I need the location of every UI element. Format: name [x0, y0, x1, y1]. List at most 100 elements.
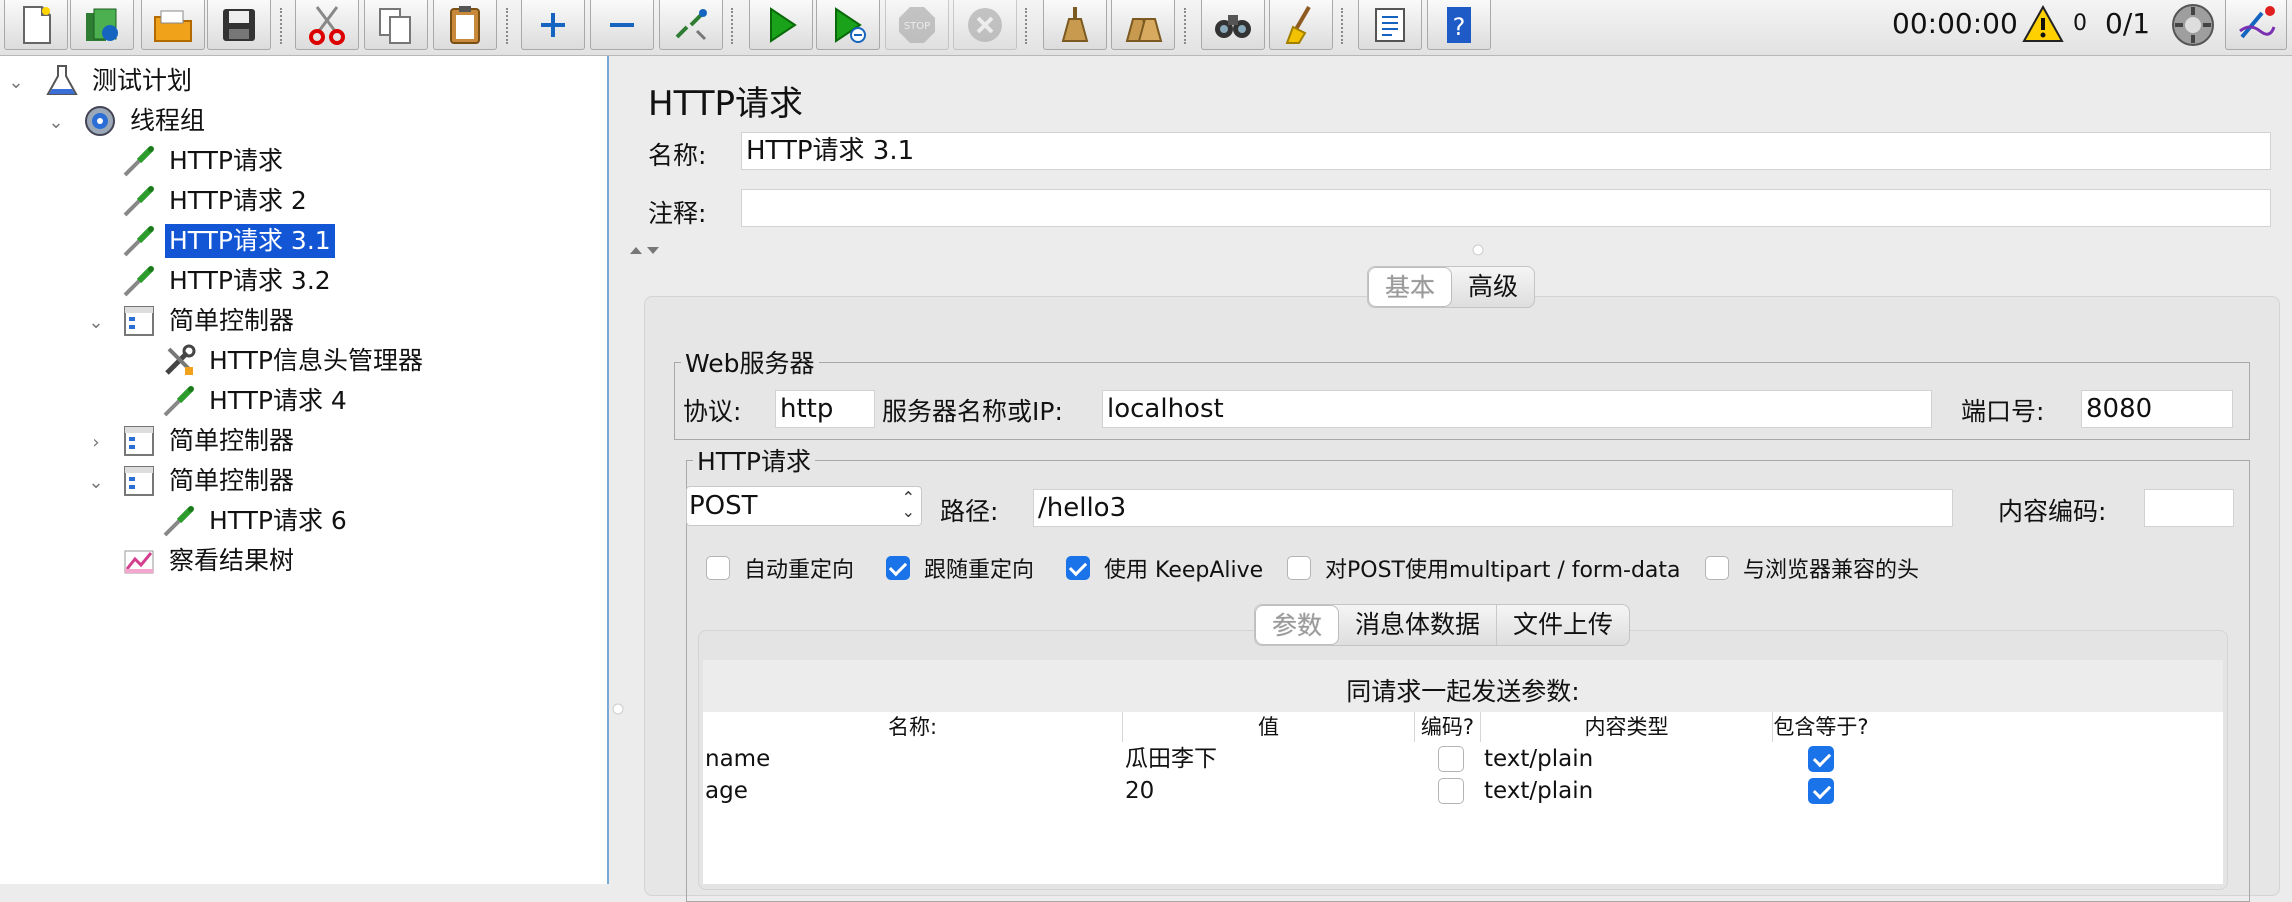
expand-arrow-icon[interactable]: › — [86, 432, 106, 453]
tab-body-data[interactable]: 消息体数据 — [1339, 605, 1496, 645]
param-content-type[interactable]: text/plain — [1484, 776, 1593, 806]
param-name[interactable]: name — [705, 744, 770, 774]
tree-node-results-tree[interactable]: 察看结果树 — [121, 542, 298, 580]
reset-search-icon — [1285, 5, 1311, 44]
expand-all-button[interactable] — [521, 0, 585, 50]
templates-button[interactable] — [70, 0, 134, 50]
param-value[interactable]: 20 — [1125, 776, 1154, 806]
clear-all-button[interactable] — [1111, 0, 1175, 50]
split-divider[interactable] — [628, 244, 2278, 256]
port-field[interactable]: 8080 — [2081, 390, 2233, 428]
tree-node-simple-controller[interactable]: 简单控制器 — [121, 302, 298, 340]
method-select[interactable]: POST ⌃ ⌄ — [686, 486, 922, 526]
select-arrows-icon: ⌃ ⌄ — [901, 488, 915, 521]
param-value[interactable]: 瓜田李下 — [1125, 744, 1217, 774]
cut-button[interactable] — [295, 0, 359, 50]
collapse-arrow-icon[interactable]: ⌄ — [86, 472, 106, 493]
tab-basic[interactable]: 基本 — [1368, 267, 1453, 307]
tree-node-simple-controller-3[interactable]: 简单控制器 — [121, 462, 298, 500]
tree-node-http-request-4[interactable]: HTTP请求 4 — [161, 382, 351, 420]
checkbox-box — [1066, 556, 1090, 580]
copy-button[interactable] — [364, 0, 428, 50]
clear-button[interactable] — [1043, 0, 1107, 50]
log-viewer-button[interactable] — [2225, 0, 2287, 50]
help-button[interactable]: ? — [1427, 0, 1491, 50]
test-plan-tree[interactable]: ⌄ 测试计划 ⌄ 线程组 HTTP请求 HTTP请求 2 HTTP请求 3.1 … — [0, 56, 609, 884]
tree-node-test-plan[interactable]: 测试计划 — [44, 62, 196, 100]
search-button[interactable] — [1201, 0, 1265, 50]
warning-icon — [2022, 5, 2064, 42]
tab-file-upload[interactable]: 文件上传 — [1496, 605, 1629, 645]
remote-status-icon — [2172, 4, 2214, 46]
tree-node-http-request-3-1[interactable]: HTTP请求 3.1 — [121, 222, 335, 260]
toggle-button[interactable] — [659, 0, 723, 50]
column-header-name[interactable]: 名称: — [703, 712, 1123, 742]
path-field[interactable]: /hello3 — [1033, 489, 1953, 527]
sampler-config-panel: HTTP请求 名称: HTTP请求 3.1 注释: 基本 高级 Web服务器 协… — [611, 56, 2292, 902]
start-no-pauses-button[interactable] — [816, 0, 880, 50]
thread-group-icon — [85, 106, 115, 136]
column-header-include-equals[interactable]: 包含等于? — [1773, 712, 1869, 742]
tab-parameters[interactable]: 参数 — [1255, 605, 1340, 645]
cut-icon — [309, 5, 345, 45]
param-name[interactable]: age — [705, 776, 748, 806]
server-field[interactable]: localhost — [1102, 390, 1932, 428]
results-tree-icon — [124, 550, 154, 574]
tab-advanced[interactable]: 高级 — [1452, 267, 1534, 307]
new-button[interactable] — [4, 0, 68, 50]
http-request-legend: HTTP请求 — [697, 447, 811, 476]
stop-button[interactable]: STOP — [885, 0, 949, 50]
save-icon — [223, 8, 255, 41]
tree-node-simple-controller-2[interactable]: 简单控制器 — [121, 422, 298, 460]
header-manager-icon — [165, 344, 196, 375]
encode-checkbox[interactable] — [1438, 746, 1464, 772]
include-equals-checkbox[interactable] — [1808, 778, 1834, 804]
params-area: 同请求一起发送参数: 名称: 值 编码? 内容类型 包含等于? name 瓜田李… — [703, 660, 2223, 884]
column-header-value[interactable]: 值 — [1123, 712, 1415, 742]
follow-redirect-checkbox[interactable]: 跟随重定向 — [886, 552, 1034, 584]
web-server-legend: Web服务器 — [685, 349, 815, 378]
tree-node-thread-group[interactable]: 线程组 — [82, 102, 209, 140]
encode-checkbox[interactable] — [1438, 778, 1464, 804]
templates-icon — [86, 8, 118, 41]
warning-count: 0 — [2073, 11, 2087, 36]
http-sampler-icon — [163, 386, 194, 417]
open-button[interactable] — [141, 0, 205, 50]
comment-label: 注释: — [648, 199, 707, 228]
paste-button[interactable] — [433, 0, 497, 50]
tree-node-header-manager[interactable]: HTTP信息头管理器 — [161, 342, 427, 380]
column-header-encode[interactable]: 编码? — [1415, 712, 1481, 742]
encoding-field[interactable] — [2144, 489, 2234, 527]
collapse-arrow-icon[interactable]: ⌄ — [86, 312, 106, 333]
save-button[interactable] — [207, 0, 271, 50]
comment-field[interactable] — [741, 189, 2271, 227]
new-icon — [23, 5, 51, 44]
protocol-field[interactable]: http — [775, 390, 875, 428]
split-handle-icon[interactable] — [611, 702, 625, 716]
include-equals-checkbox[interactable] — [1808, 746, 1834, 772]
keepalive-checkbox[interactable]: 使用 KeepAlive — [1066, 552, 1263, 584]
reset-search-button[interactable] — [1269, 0, 1333, 50]
multipart-checkbox[interactable]: 对POST使用multipart / form-data — [1287, 552, 1681, 584]
shutdown-button[interactable] — [953, 0, 1017, 50]
collapse-arrow-icon[interactable]: ⌄ — [6, 72, 26, 93]
column-header-content-type[interactable]: 内容类型 — [1481, 712, 1773, 742]
collapse-arrow-icon[interactable]: ⌄ — [46, 112, 66, 133]
auto-redirect-checkbox[interactable]: 自动重定向 — [706, 552, 854, 584]
name-field[interactable]: HTTP请求 3.1 — [741, 132, 2271, 170]
tree-node-http-request-2[interactable]: HTTP请求 2 — [121, 182, 311, 220]
params-table[interactable]: 名称: 值 编码? 内容类型 包含等于? name 瓜田李下 text/plai… — [703, 712, 2223, 884]
tree-node-http-request-3-2[interactable]: HTTP请求 3.2 — [121, 262, 335, 300]
thread-count: 0/1 — [2105, 7, 2151, 40]
http-sampler-icon — [163, 506, 194, 537]
function-helper-button[interactable] — [1358, 0, 1422, 50]
search-icon — [1215, 14, 1251, 38]
browser-headers-checkbox[interactable]: 与浏览器兼容的头 — [1705, 552, 1919, 584]
svg-text:?: ? — [1453, 13, 1466, 41]
start-button[interactable] — [749, 0, 813, 50]
tree-node-http-request[interactable]: HTTP请求 — [121, 142, 287, 180]
param-content-type[interactable]: text/plain — [1484, 744, 1593, 774]
main-tabs: 基本 高级 — [1367, 266, 1536, 308]
tree-node-http-request-6[interactable]: HTTP请求 6 — [161, 502, 351, 540]
collapse-all-button[interactable] — [590, 0, 654, 50]
